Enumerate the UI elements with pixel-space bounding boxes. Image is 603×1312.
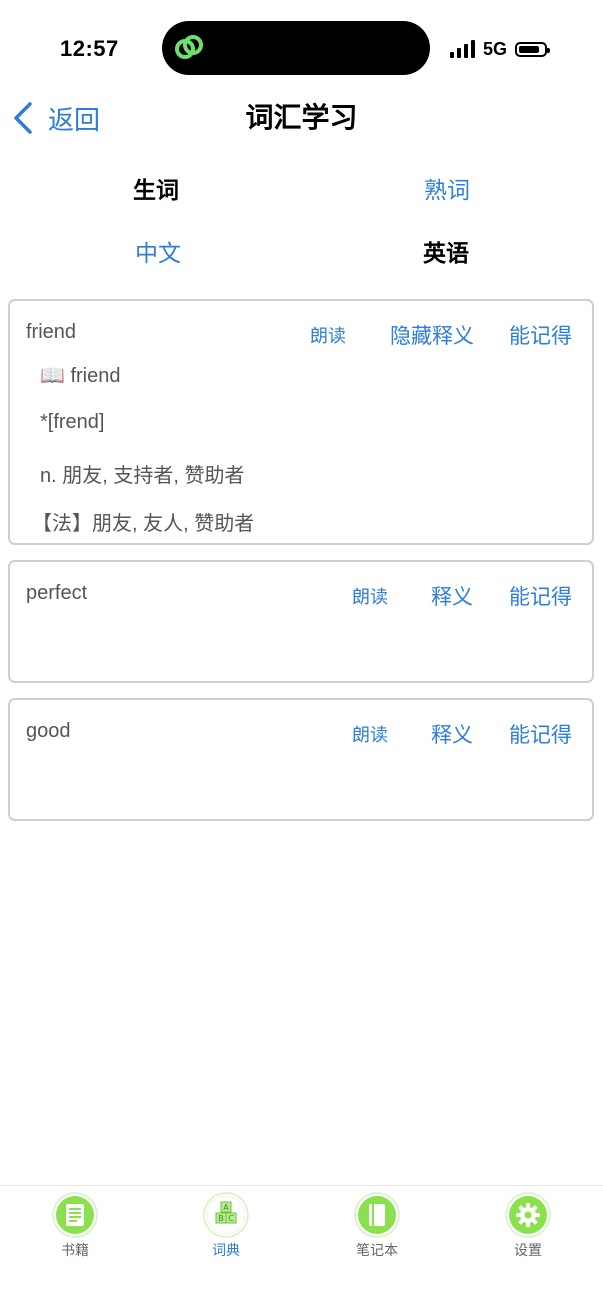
remember-button[interactable]: 能记得 <box>509 320 572 350</box>
definition-button[interactable]: 释义 <box>431 581 473 611</box>
status-indicators: 5G <box>450 38 551 60</box>
tab-label: 设置 <box>514 1242 542 1258</box>
page-title: 词汇学习 <box>245 102 358 133</box>
word-type-filter: 生词 熟词 <box>0 170 603 210</box>
signal-icon <box>450 40 475 58</box>
word-text: friend <box>26 321 77 343</box>
book-icon <box>52 1192 98 1238</box>
tab-notebook[interactable]: 笔记本 <box>327 1192 427 1260</box>
filter-english[interactable]: 英语 <box>376 233 516 273</box>
filter-new-words[interactable]: 生词 <box>86 170 226 210</box>
read-aloud-button[interactable]: 朗读 <box>352 721 388 747</box>
definition-line: 📖 friend <box>40 365 121 387</box>
word-card: perfect 朗读 释义 能记得 <box>8 560 594 683</box>
tab-books[interactable]: 书籍 <box>25 1192 125 1260</box>
status-time: 12:57 <box>60 36 119 61</box>
word-card: friend 朗读 隐藏释义 能记得 📖 friend *[frend] n. … <box>8 299 594 545</box>
word-card: good 朗读 释义 能记得 <box>8 698 594 821</box>
navigation-bar: 返回 词汇学习 <box>0 96 603 140</box>
svg-text:C: C <box>228 1214 234 1223</box>
tab-settings[interactable]: 设置 <box>478 1192 578 1260</box>
definition-button[interactable]: 释义 <box>431 719 473 749</box>
remember-button[interactable]: 能记得 <box>509 719 572 749</box>
read-aloud-button[interactable]: 朗读 <box>310 322 346 348</box>
network-type: 5G <box>483 38 508 59</box>
tab-dictionary[interactable]: A B C 词典 <box>176 1192 276 1260</box>
tab-label: 词典 <box>212 1242 240 1258</box>
tab-label: 笔记本 <box>356 1242 398 1258</box>
tab-label: 书籍 <box>61 1242 89 1258</box>
language-filter: 中文 英语 <box>0 233 603 273</box>
word-text: perfect <box>26 582 88 604</box>
definition-line: n. 朋友, 支持者, 赞助者 <box>40 465 245 487</box>
battery-icon <box>515 41 551 57</box>
notebook-icon <box>354 1192 400 1238</box>
word-text: good <box>26 720 71 742</box>
read-aloud-button[interactable]: 朗读 <box>352 583 388 609</box>
filter-chinese[interactable]: 中文 <box>88 233 228 273</box>
svg-text:A: A <box>223 1203 229 1212</box>
dynamic-island <box>162 21 430 75</box>
tab-bar: 书籍 A B C 词典 笔记本 设置 <box>0 1185 603 1312</box>
gear-icon <box>505 1192 551 1238</box>
toggle-definition-button[interactable]: 隐藏释义 <box>390 320 474 350</box>
phonetic-line: *[frend] <box>40 411 105 433</box>
link-rings-icon <box>175 35 203 59</box>
abc-blocks-icon: A B C <box>203 1192 249 1238</box>
status-bar: 12:57 5G <box>0 0 603 96</box>
filter-known-words[interactable]: 熟词 <box>377 170 517 210</box>
remember-button[interactable]: 能记得 <box>509 581 572 611</box>
svg-text:B: B <box>218 1214 224 1223</box>
definition-line: 【法】朋友, 友人, 赞助者 <box>32 513 255 535</box>
